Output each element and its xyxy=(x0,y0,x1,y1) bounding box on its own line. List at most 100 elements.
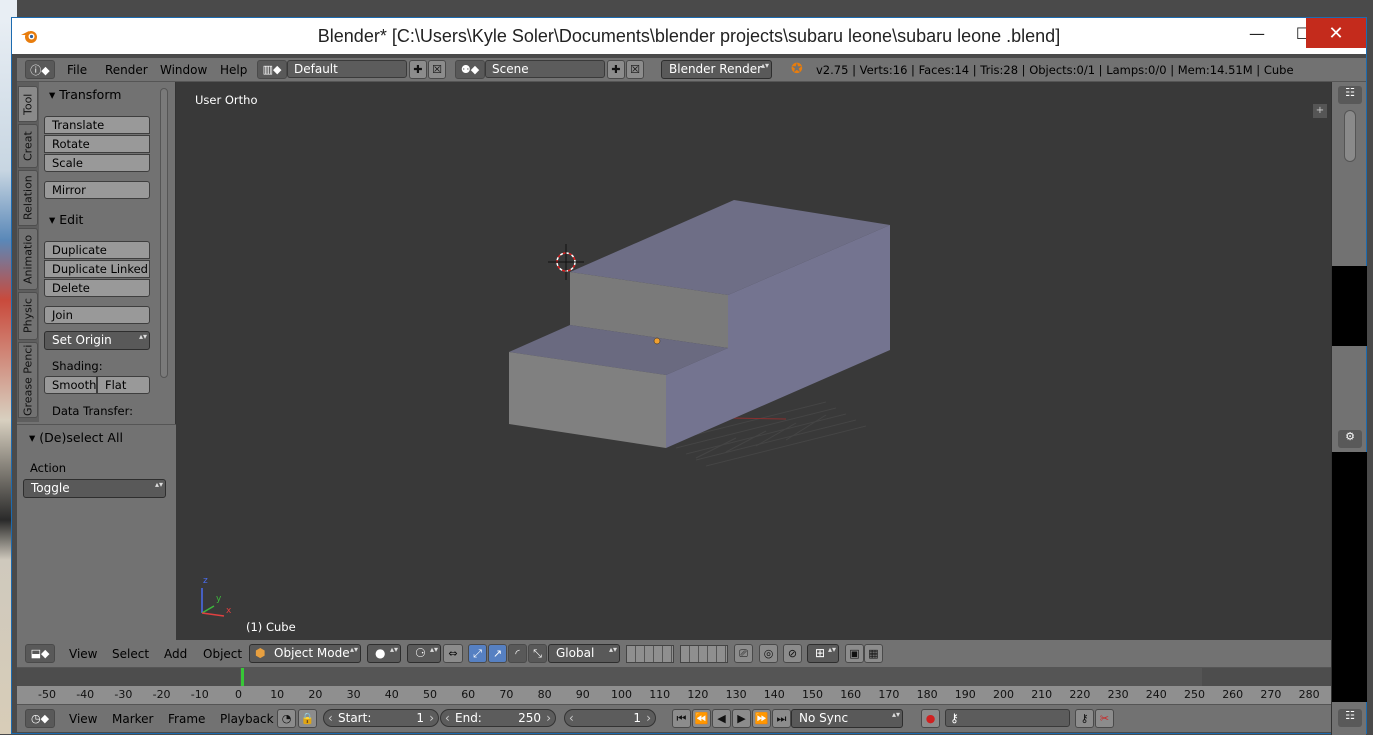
operator-panel: ▾ (De)select All Action Toggle xyxy=(17,424,176,640)
record-icon[interactable]: ● xyxy=(921,709,940,728)
tab-physics[interactable]: Physic xyxy=(18,292,38,340)
menu-view[interactable]: View xyxy=(69,647,97,661)
timeline-tick-label: 190 xyxy=(954,688,976,701)
add-layout-icon[interactable]: ✚ xyxy=(409,60,427,79)
mirror-button[interactable]: Mirror xyxy=(44,181,150,199)
menu-frame[interactable]: Frame xyxy=(168,712,205,726)
play-icon[interactable]: ▶ xyxy=(732,709,751,728)
action-dropdown[interactable]: Toggle xyxy=(23,479,166,498)
end-frame-field[interactable]: End:250 xyxy=(440,709,556,727)
rotate-button[interactable]: Rotate xyxy=(44,135,150,153)
tab-relations[interactable]: Relation xyxy=(18,170,38,226)
scale-manipulator-icon[interactable]: ⤡ xyxy=(528,644,547,663)
render-animation-icon[interactable]: ▦ xyxy=(864,644,883,663)
screen-layout-field[interactable]: Default xyxy=(287,60,407,78)
rotate-manipulator-icon[interactable]: ↗ xyxy=(488,644,507,663)
edit-panel-title[interactable]: ▾ Edit xyxy=(49,212,83,227)
object-origin-icon xyxy=(653,337,661,345)
keying-set-field[interactable]: ⚷ xyxy=(945,709,1070,727)
minimize-button[interactable]: — xyxy=(1234,18,1280,48)
tab-create[interactable]: Creat xyxy=(18,124,38,168)
menu-render[interactable]: Render xyxy=(105,63,148,77)
layers-grid-icon[interactable] xyxy=(626,645,674,663)
lock-time-icon[interactable]: 🔒 xyxy=(298,709,317,728)
preview-range-icon[interactable]: ◔ xyxy=(277,709,296,728)
viewport-shading-dropdown[interactable]: ● xyxy=(367,644,401,663)
menu-help[interactable]: Help xyxy=(220,63,247,77)
tab-tool[interactable]: Tool xyxy=(18,86,38,122)
proportional-edit-icon[interactable]: ◎ xyxy=(759,644,778,663)
scale-button[interactable]: Scale xyxy=(44,154,150,172)
arc-manipulator-icon[interactable]: ◜ xyxy=(508,644,527,663)
duplicate-linked-button[interactable]: Duplicate Linked xyxy=(44,260,150,278)
flat-button[interactable]: Flat xyxy=(97,376,150,394)
remove-layout-icon[interactable]: ☒ xyxy=(428,60,446,79)
timeline-tick-label: 220 xyxy=(1069,688,1091,701)
screen-layout-icon[interactable]: ▥◆ xyxy=(257,60,287,79)
timeline-tick-label: 270 xyxy=(1260,688,1282,701)
remove-scene-icon[interactable]: ☒ xyxy=(626,60,644,79)
timeline[interactable]: -50 -40 -30 -20 -10 0 10 20 30 40 50 60 70 80 90 100 110… xyxy=(17,668,1331,704)
menu-select[interactable]: Select xyxy=(112,647,149,661)
jump-end-icon[interactable]: ⏭ xyxy=(772,709,791,728)
set-origin-dropdown[interactable]: Set Origin xyxy=(44,331,150,350)
menu-timeline-view[interactable]: View xyxy=(69,712,97,726)
operator-panel-title[interactable]: ▾ (De)select All xyxy=(29,430,123,445)
bottom-right-icon[interactable]: ☷ xyxy=(1338,709,1362,727)
snap-element-dropdown[interactable]: ⊞ xyxy=(807,644,839,663)
current-frame-field[interactable]: 1 xyxy=(564,709,656,727)
outliner-scrollbar[interactable] xyxy=(1344,110,1356,162)
scene-icon[interactable]: ⚉◆ xyxy=(455,60,485,79)
tab-grease-pencil[interactable]: Grease Penci xyxy=(18,342,38,418)
join-button[interactable]: Join xyxy=(44,306,150,324)
editor-type-timeline-icon[interactable]: ◷◆ xyxy=(25,709,55,728)
add-scene-icon[interactable]: ✚ xyxy=(607,60,625,79)
close-button[interactable]: ✕ xyxy=(1306,18,1366,48)
duplicate-button[interactable]: Duplicate xyxy=(44,241,150,259)
scene-statistics: v2.75 | Verts:16 | Faces:14 | Tris:28 | … xyxy=(816,63,1294,77)
layers-grid-2-icon[interactable] xyxy=(680,645,728,663)
translate-manipulator-icon[interactable]: ⤢ xyxy=(468,644,487,663)
lock-layers-icon[interactable]: ⎚ xyxy=(734,644,753,663)
jump-keyframe-forward-icon[interactable]: ⏩ xyxy=(752,709,771,728)
jump-keyframe-back-icon[interactable]: ⏪ xyxy=(692,709,711,728)
properties-icon[interactable]: ⚙ xyxy=(1338,430,1362,448)
render-still-icon[interactable]: ▣ xyxy=(845,644,864,663)
scene-field[interactable]: Scene xyxy=(485,60,605,78)
tab-animation[interactable]: Animatio xyxy=(18,228,38,290)
jump-start-icon[interactable]: ⏮ xyxy=(672,709,691,728)
start-frame-field[interactable]: Start:1 xyxy=(323,709,439,727)
menu-window[interactable]: Window xyxy=(160,63,207,77)
insert-keyframe-icon[interactable]: ⚷ xyxy=(1075,709,1094,728)
snap-toggle-icon[interactable]: ⊘ xyxy=(783,644,802,663)
title-bar: Blender* [C:\Users\Kyle Soler\Documents\… xyxy=(12,18,1366,54)
tool-panel-scrollbar[interactable] xyxy=(160,88,168,378)
translate-button[interactable]: Translate xyxy=(44,116,150,134)
timeline-tick-label: 0 xyxy=(235,688,242,701)
menu-marker[interactable]: Marker xyxy=(112,712,153,726)
editor-type-info-icon[interactable]: ⓘ◆ xyxy=(25,60,55,79)
transform-panel-title[interactable]: ▾ Transform xyxy=(49,87,121,102)
smooth-button[interactable]: Smooth xyxy=(44,376,97,394)
transform-orientation-dropdown[interactable]: Global xyxy=(548,644,620,663)
editor-type-3d-icon[interactable]: ⬓◆ xyxy=(25,644,55,663)
timeline-ruler[interactable]: -50 -40 -30 -20 -10 0 10 20 30 40 50 60 70 80 90 100 110… xyxy=(17,686,1331,704)
menu-add[interactable]: Add xyxy=(164,647,187,661)
sync-mode-dropdown[interactable]: No Sync xyxy=(791,709,903,728)
timeline-tick-label: 110 xyxy=(649,688,671,701)
mode-dropdown[interactable]: ⬢ Object Mode xyxy=(249,644,361,663)
outliner-icon[interactable]: ☷ xyxy=(1338,86,1362,104)
3d-viewport[interactable]: User Ortho + z y x (1) Cube xyxy=(176,82,1331,640)
delete-button[interactable]: Delete xyxy=(44,279,150,297)
pivot-point-dropdown[interactable]: ⚆ xyxy=(407,644,441,663)
play-reverse-icon[interactable]: ◀ xyxy=(712,709,731,728)
manipulator-toggle-icon[interactable]: ⇔ xyxy=(443,644,463,663)
render-engine-dropdown[interactable]: Blender Render xyxy=(661,60,772,79)
menu-playback[interactable]: Playback xyxy=(220,712,274,726)
timeline-tick-label: 70 xyxy=(499,688,514,701)
menu-file[interactable]: File xyxy=(67,63,87,77)
delete-keyframe-icon[interactable]: ✂ xyxy=(1095,709,1114,728)
timeline-tick-label: 100 xyxy=(611,688,632,701)
menu-object[interactable]: Object xyxy=(203,647,242,661)
current-frame-marker[interactable] xyxy=(241,668,244,686)
